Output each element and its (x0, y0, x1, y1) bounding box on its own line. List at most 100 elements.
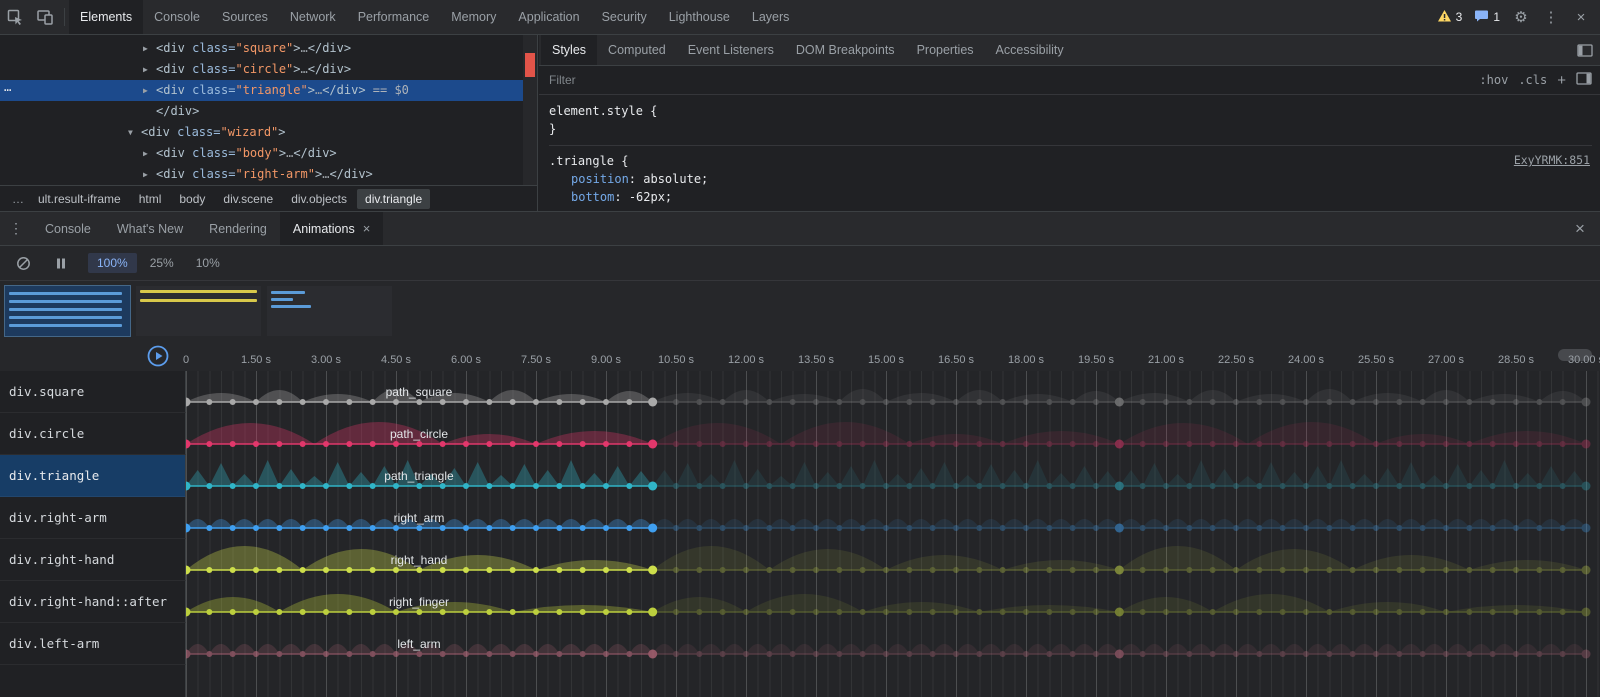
animation-track[interactable]: path_circle (186, 413, 1600, 455)
drawer-tab-label: What's New (117, 222, 183, 236)
tab-application[interactable]: Application (507, 0, 590, 34)
rule-selector[interactable]: element.style { (549, 102, 1592, 120)
settings-gear-icon[interactable]: ⚙ (1506, 2, 1536, 32)
sidebar-tab-event-listeners[interactable]: Event Listeners (677, 35, 785, 65)
warnings-badge[interactable]: 3 (1431, 9, 1469, 26)
node-menu-dots-icon[interactable]: ⋯ (4, 80, 10, 101)
row-label-divright-hand[interactable]: div.right-hand (0, 539, 186, 581)
row-label-divleft-arm[interactable]: div.left-arm (0, 623, 186, 665)
issues-badge[interactable]: 1 (1468, 9, 1506, 26)
dom-node[interactable]: </div> (0, 101, 523, 122)
dom-node[interactable]: ▶<div class="body">…</div> (0, 143, 523, 164)
collapsed-arrow-icon[interactable]: ▶ (143, 80, 156, 101)
breadcrumb-item-body[interactable]: body (171, 189, 213, 209)
close-tab-icon[interactable]: × (363, 221, 371, 236)
sidebar-tab-computed[interactable]: Computed (597, 35, 677, 65)
dom-token: … (301, 41, 308, 55)
sidebar-tab-styles[interactable]: Styles (541, 35, 597, 65)
breadcrumb-item-divobjects[interactable]: div.objects (283, 189, 355, 209)
animation-track[interactable]: path_square (186, 371, 1600, 413)
breadcrumb-item-divscene[interactable]: div.scene (215, 189, 281, 209)
tab-performance[interactable]: Performance (347, 0, 441, 34)
drawer-menu-icon[interactable]: ⋮ (0, 212, 32, 245)
time-tick-label: 9.00 s (591, 354, 621, 366)
time-tick-label: 21.00 s (1148, 354, 1184, 366)
animation-track[interactable]: path_triangle (186, 455, 1600, 497)
css-property-name: position (571, 172, 629, 186)
tab-elements[interactable]: Elements (69, 0, 143, 34)
sidebar-tab-properties[interactable]: Properties (906, 35, 985, 65)
dock-sidebar-icon[interactable] (1576, 72, 1592, 88)
collapsed-arrow-icon[interactable]: ▶ (143, 38, 156, 59)
collapsed-arrow-icon[interactable]: ▶ (143, 143, 156, 164)
collapsed-arrow-icon[interactable]: ▶ (143, 164, 156, 185)
tab-network[interactable]: Network (279, 0, 347, 34)
dom-token: "circle" (235, 62, 293, 76)
tab-layers[interactable]: Layers (741, 0, 801, 34)
dom-node[interactable]: ▶<div class="circle">…</div> (0, 59, 523, 80)
inspect-element-button[interactable] (0, 2, 30, 32)
dom-node[interactable]: ▶<div class="square">…</div> (0, 38, 523, 59)
css-property-value: -62px; (629, 190, 672, 204)
tab-sources[interactable]: Sources (211, 0, 279, 34)
stylesheet-link[interactable]: ExyYRMK:851 (1514, 151, 1590, 169)
breadcrumb-item-divtriangle[interactable]: div.triangle (357, 189, 430, 209)
row-label-divright-arm[interactable]: div.right-arm (0, 497, 186, 539)
sidebar-tab-accessibility[interactable]: Accessibility (985, 35, 1075, 65)
drawer-tab-rendering[interactable]: Rendering (196, 212, 280, 245)
styles-filter-input[interactable] (547, 72, 1469, 88)
breadcrumb-overflow-icon[interactable]: … (8, 192, 28, 206)
dom-token: class= (170, 125, 221, 139)
playback-rate-10[interactable]: 10% (187, 253, 229, 273)
dom-node[interactable]: ⋯▶<div class="triangle">…</div> == $0 (0, 80, 523, 101)
replay-button[interactable] (146, 344, 170, 368)
close-drawer-icon[interactable]: × (1560, 212, 1600, 245)
device-toolbar-button[interactable] (30, 2, 60, 32)
css-property[interactable]: position: absolute; (549, 170, 1592, 188)
close-devtools-icon[interactable]: × (1566, 2, 1596, 32)
drawer-tab-animations[interactable]: Animations× (280, 212, 383, 245)
rule-selector[interactable]: .triangle { (549, 152, 1592, 170)
message-icon (1474, 9, 1489, 26)
tab-security[interactable]: Security (591, 0, 658, 34)
animation-group-preview-3[interactable] (267, 286, 392, 336)
tab-memory[interactable]: Memory (440, 0, 507, 34)
animation-track[interactable]: right_arm (186, 497, 1600, 539)
row-label-divcircle[interactable]: div.circle (0, 413, 186, 455)
animation-group-preview-2[interactable] (136, 286, 261, 336)
new-style-rule-button[interactable]: + (1557, 72, 1566, 89)
sidebar-tab-dom-breakpoints[interactable]: DOM Breakpoints (785, 35, 906, 65)
dom-token: > (308, 83, 315, 97)
svg-text:path_triangle: path_triangle (384, 469, 454, 483)
pseudo-state-toggle[interactable]: :hov (1479, 73, 1508, 87)
dom-node[interactable]: ▼<div class="wizard"> (0, 122, 523, 143)
playback-rate-100[interactable]: 100% (88, 253, 137, 273)
class-toggle[interactable]: .cls (1518, 73, 1547, 87)
breadcrumb-item-ultresult-iframe[interactable]: ult.result-iframe (30, 189, 129, 209)
preview-line (9, 300, 122, 303)
clear-all-icon[interactable] (8, 248, 38, 278)
elements-scrollbar[interactable] (523, 35, 537, 185)
drawer-tab-console[interactable]: Console (32, 212, 104, 245)
breadcrumb-item-html[interactable]: html (131, 189, 170, 209)
dom-tree: ▶<div class="square">…</div>▶<div class=… (0, 35, 523, 185)
animation-group-preview-1[interactable] (5, 286, 130, 336)
expanded-arrow-icon[interactable]: ▼ (128, 122, 141, 143)
tab-console[interactable]: Console (143, 0, 211, 34)
tab-lighthouse[interactable]: Lighthouse (658, 0, 741, 34)
animation-track[interactable]: right_finger (186, 581, 1600, 623)
animation-track[interactable]: right_hand (186, 539, 1600, 581)
sidebar-overflow-icon[interactable] (1570, 35, 1600, 65)
drawer-tab-what-s-new[interactable]: What's New (104, 212, 196, 245)
animation-track[interactable]: left_arm (186, 623, 1600, 665)
more-options-icon[interactable]: ⋮ (1536, 2, 1566, 32)
dom-node[interactable]: ▶<div class="right-arm">…</div> (0, 164, 523, 185)
row-label-divsquare[interactable]: div.square (0, 371, 186, 413)
pause-all-icon[interactable] (46, 248, 76, 278)
dom-token: > (293, 62, 300, 76)
playback-rate-25[interactable]: 25% (141, 253, 183, 273)
row-label-divtriangle[interactable]: div.triangle (0, 455, 186, 497)
row-label-divright-handafter[interactable]: div.right-hand::after (0, 581, 186, 623)
collapsed-arrow-icon[interactable]: ▶ (143, 59, 156, 80)
css-property[interactable]: bottom: -62px; (549, 188, 1592, 206)
